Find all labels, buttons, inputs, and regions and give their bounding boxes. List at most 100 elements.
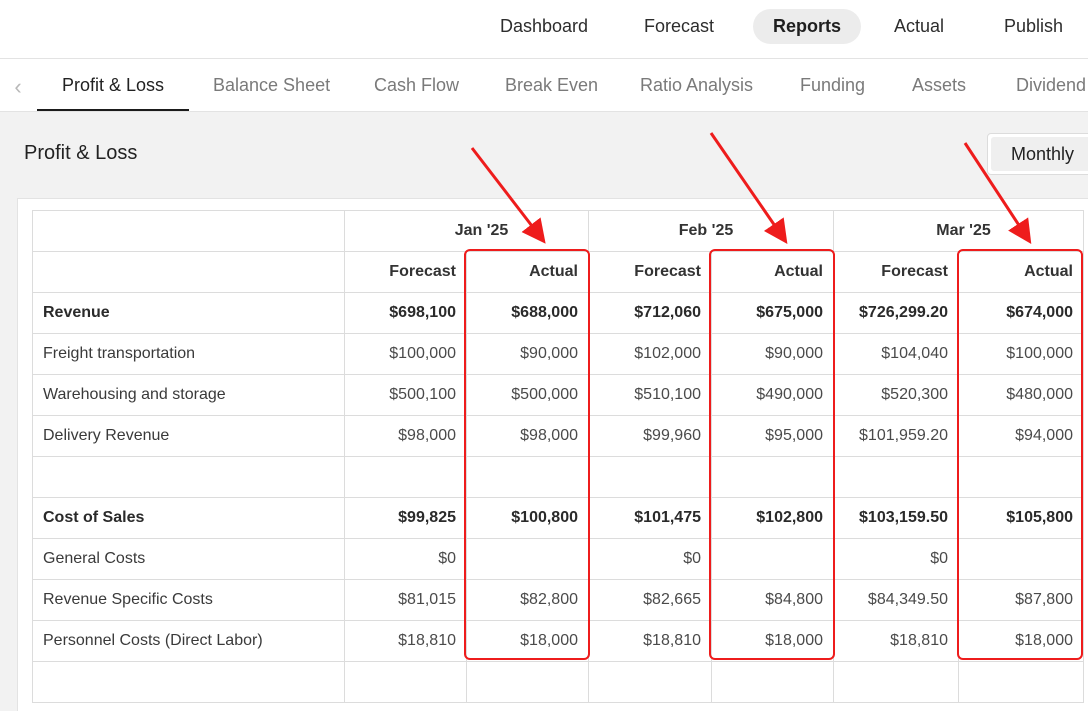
actual-cell: $95,000 [711,415,834,457]
profit-loss-table: Jan '25 Feb '25 Mar '25 Forecast Actual … [32,210,1084,703]
forecast-cell: $81,015 [344,579,467,621]
row-label: Freight transportation [32,333,345,375]
month-header: Mar '25 [833,210,1084,252]
month-header-row: Jan '25 Feb '25 Mar '25 [32,210,1084,252]
actual-cell: $90,000 [711,333,834,375]
row-label: Cost of Sales [32,497,345,539]
table-row: Cost of Sales $99,825 $100,800 $101,475 $102… [32,497,1084,539]
nav-publish[interactable]: Publish [984,9,1083,44]
forecast-cell: $18,810 [833,620,959,662]
actual-cell [711,538,834,580]
forecast-cell [344,456,467,498]
table-row: Delivery Revenue $98,000 $98,000 $99,960 $95… [32,415,1084,457]
nav-actual[interactable]: Actual [874,9,964,44]
forecast-cell: $101,959.20 [833,415,959,457]
actual-cell: $674,000 [958,292,1084,334]
table-row: General Costs $0 $0 $0 [32,538,1084,580]
forecast-cell: $698,100 [344,292,467,334]
forecast-cell: $84,349.50 [833,579,959,621]
forecast-cell [588,456,712,498]
forecast-cell: $0 [833,538,959,580]
forecast-cell: $82,665 [588,579,712,621]
header-corner [32,251,345,293]
actual-cell [958,661,1084,703]
page-title: Profit & Loss [24,142,138,164]
row-label: Delivery Revenue [32,415,345,457]
tab-funding[interactable]: Funding [800,59,865,112]
tab-break-even[interactable]: Break Even [505,59,598,112]
table-row: Warehousing and storage $500,100 $500,000 $… [32,374,1084,416]
forecast-cell: $101,475 [588,497,712,539]
actual-cell [711,456,834,498]
nav-dashboard[interactable]: Dashboard [480,9,608,44]
period-select-value: Monthly [991,137,1088,171]
report-tabs: ‹ Profit & Loss Balance Sheet Cash Flow … [0,59,1088,112]
forecast-cell: $726,299.20 [833,292,959,334]
row-label: Personnel Costs (Direct Labor) [32,620,345,662]
actual-header: Actual [958,251,1084,293]
actual-cell: $105,800 [958,497,1084,539]
actual-cell [466,661,589,703]
forecast-cell: $712,060 [588,292,712,334]
actual-cell: $100,800 [466,497,589,539]
table-row: Freight transportation $100,000 $90,000 $10… [32,333,1084,375]
actual-cell: $84,800 [711,579,834,621]
actual-cell: $480,000 [958,374,1084,416]
actual-cell [466,538,589,580]
table-row [32,661,1084,703]
tab-cash-flow[interactable]: Cash Flow [374,59,459,112]
forecast-cell: $510,100 [588,374,712,416]
forecast-cell: $98,000 [344,415,467,457]
period-select[interactable]: Monthly [987,133,1088,175]
row-label [32,661,345,703]
chevron-left-icon[interactable]: ‹ [8,75,28,99]
actual-cell: $90,000 [466,333,589,375]
actual-cell: $98,000 [466,415,589,457]
actual-cell: $500,000 [466,374,589,416]
forecast-cell: $100,000 [344,333,467,375]
forecast-cell [833,661,959,703]
top-navigation: Dashboard Forecast Reports Actual Publis… [0,0,1088,58]
forecast-header: Forecast [588,251,712,293]
actual-cell: $100,000 [958,333,1084,375]
actual-cell [958,456,1084,498]
subheader-row: Forecast Actual Forecast Actual Forecast… [32,251,1084,293]
forecast-cell [588,661,712,703]
header-corner [32,210,345,252]
forecast-cell: $102,000 [588,333,712,375]
actual-cell [711,661,834,703]
forecast-cell [344,661,467,703]
actual-cell: $675,000 [711,292,834,334]
row-label: Revenue Specific Costs [32,579,345,621]
table-card: Jan '25 Feb '25 Mar '25 Forecast Actual … [17,198,1088,711]
tab-dividend[interactable]: Dividend [1016,59,1086,112]
nav-forecast[interactable]: Forecast [624,9,734,44]
actual-header: Actual [466,251,589,293]
actual-cell: $18,000 [466,620,589,662]
actual-cell: $102,800 [711,497,834,539]
forecast-cell: $520,300 [833,374,959,416]
actual-cell: $688,000 [466,292,589,334]
forecast-cell: $99,960 [588,415,712,457]
forecast-cell: $500,100 [344,374,467,416]
actual-cell: $94,000 [958,415,1084,457]
tab-ratio-analysis[interactable]: Ratio Analysis [640,59,753,112]
actual-header: Actual [711,251,834,293]
forecast-cell: $18,810 [344,620,467,662]
forecast-cell [833,456,959,498]
table-row: Personnel Costs (Direct Labor) $18,810 $18… [32,620,1084,662]
row-label [32,456,345,498]
month-header: Jan '25 [344,210,589,252]
tab-profit-loss[interactable]: Profit & Loss [36,59,190,112]
tab-balance-sheet[interactable]: Balance Sheet [213,59,330,112]
forecast-header: Forecast [833,251,959,293]
tab-assets[interactable]: Assets [912,59,966,112]
actual-cell: $18,000 [711,620,834,662]
actual-cell: $18,000 [958,620,1084,662]
nav-reports[interactable]: Reports [753,9,862,44]
row-label: General Costs [32,538,345,580]
forecast-cell: $18,810 [588,620,712,662]
forecast-cell: $99,825 [344,497,467,539]
actual-cell [958,538,1084,580]
forecast-cell: $0 [588,538,712,580]
